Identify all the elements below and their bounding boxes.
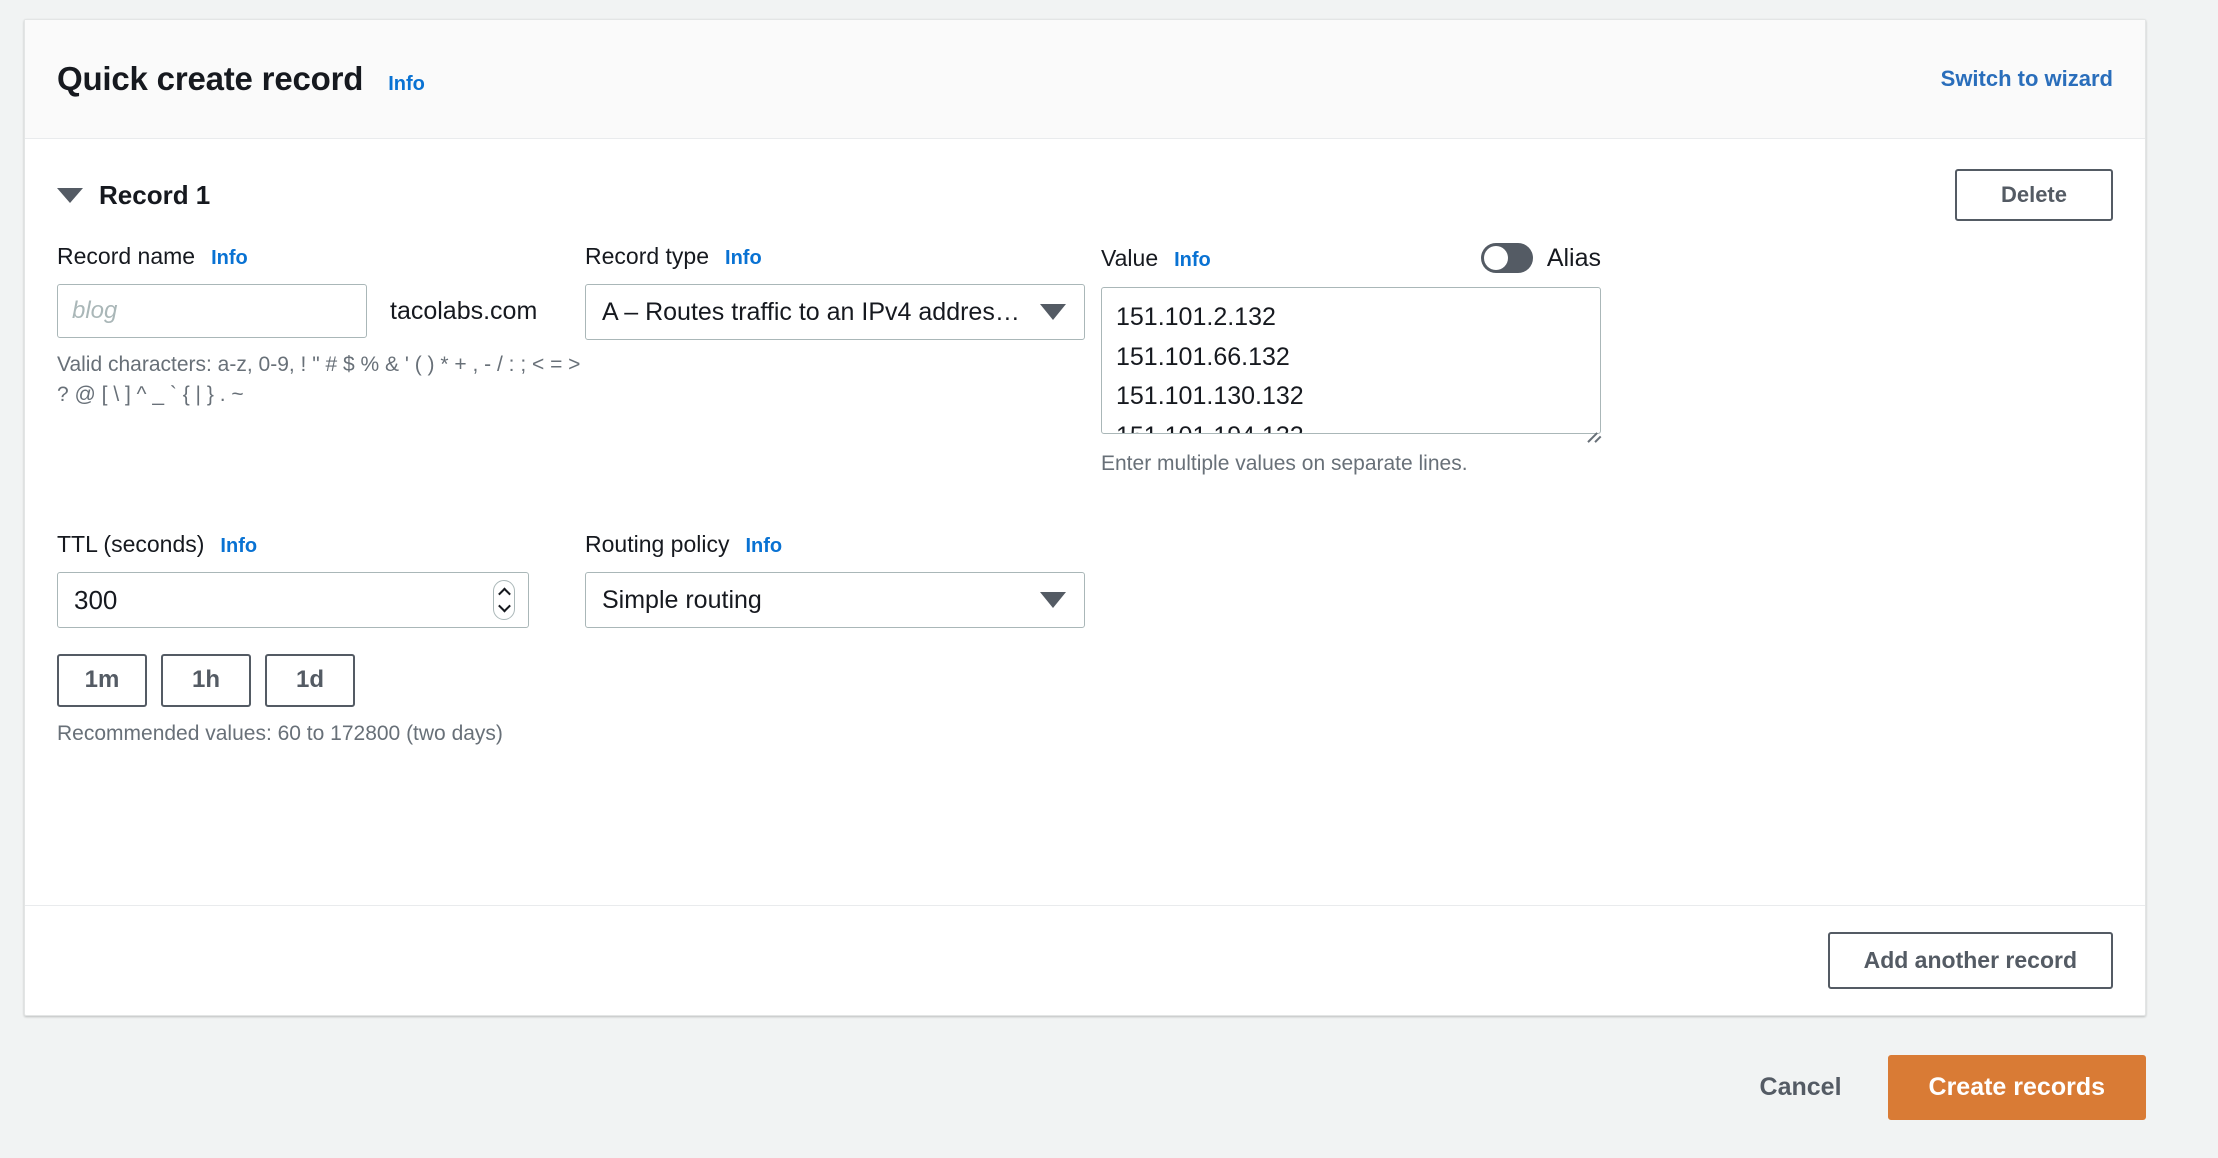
ttl-input[interactable] [57,572,529,628]
chevron-down-icon[interactable] [57,188,83,203]
record-type-select[interactable]: A – Routes traffic to an IPv4 address an… [585,284,1085,340]
header-info-link[interactable]: Info [388,73,425,96]
record-name-input-row: tacolabs.com [57,284,585,338]
ttl-input-wrap [57,572,529,628]
record-value-header: Value Info Alias [1101,243,1601,273]
alias-toggle-knob [1484,246,1508,270]
header-left-group: Quick create record Info [57,60,425,98]
record-value-label-row: Value Info [1101,245,1211,272]
alias-toggle[interactable] [1481,243,1533,273]
record-value-info-link[interactable]: Info [1174,249,1211,272]
form-row-2: TTL (seconds) Info 1m 1h 1d [57,531,2113,746]
ttl-hint: Recommended values: 60 to 172800 (two da… [57,722,585,746]
ttl-preset-1m[interactable]: 1m [57,654,147,707]
routing-policy-label-row: Routing policy Info [585,531,1085,558]
record-name-label-row: Record name Info [57,243,585,270]
switch-to-wizard-link[interactable]: Switch to wizard [1941,66,2113,92]
routing-policy-select-wrap: Simple routing [585,572,1085,628]
record-value-label: Value [1101,245,1158,272]
action-bar: Cancel Create records [0,1055,2218,1120]
record-type-info-link[interactable]: Info [725,247,762,270]
card-header: Quick create record Info Switch to wizar… [25,20,2145,139]
ttl-stepper[interactable] [493,580,515,620]
delete-record-button[interactable]: Delete [1955,169,2113,221]
quick-create-record-page: Quick create record Info Switch to wizar… [0,0,2218,1158]
chevron-down-icon[interactable] [498,600,511,613]
record-value-hint: Enter multiple values on separate lines. [1101,452,1601,476]
routing-policy-selected-value: Simple routing [602,586,762,615]
cancel-button[interactable]: Cancel [1750,1059,1852,1116]
ttl-label-row: TTL (seconds) Info [57,531,585,558]
routing-policy-field-group: Routing policy Info Simple routing [585,531,1085,746]
record-type-select-wrap: A – Routes traffic to an IPv4 address an… [585,284,1085,340]
ttl-quick-buttons: 1m 1h 1d [57,654,585,707]
routing-policy-label: Routing policy [585,531,729,558]
chevron-down-icon [1040,592,1066,608]
record-name-input[interactable] [57,284,367,338]
record-section-title: Record 1 [99,180,210,211]
routing-policy-info-link[interactable]: Info [745,535,782,558]
ttl-field-group: TTL (seconds) Info 1m 1h 1d [57,531,585,746]
record-value-textarea-wrap [1101,287,1601,439]
ttl-info-link[interactable]: Info [220,535,257,558]
card-footer: Add another record [25,905,2145,1015]
record-section-header: Record 1 Delete [57,169,2113,221]
record-type-selected-value: A – Routes traffic to an IPv4 address an… [602,298,1026,327]
quick-create-record-card: Quick create record Info Switch to wizar… [24,19,2146,1016]
record-type-field-group: Record type Info A – Routes traffic to a… [585,243,1085,476]
record-name-label: Record name [57,243,195,270]
alias-label: Alias [1547,244,1601,273]
record-type-label: Record type [585,243,709,270]
card-body: Record 1 Delete Record name Info tacolab… [25,139,2145,905]
record-name-hint: Valid characters: a-z, 0-9, ! " # $ % & … [57,350,585,410]
add-another-record-button[interactable]: Add another record [1828,932,2113,990]
create-records-button[interactable]: Create records [1888,1055,2146,1120]
ttl-label: TTL (seconds) [57,531,204,558]
page-title: Quick create record [57,60,363,98]
record-name-info-link[interactable]: Info [211,247,248,270]
chevron-down-icon [1040,304,1066,320]
domain-suffix-label: tacolabs.com [390,297,537,326]
record-type-label-row: Record type Info [585,243,1085,270]
routing-policy-select[interactable]: Simple routing [585,572,1085,628]
alias-toggle-group: Alias [1481,243,1601,273]
column-spacer [1085,243,1101,476]
ttl-preset-1d[interactable]: 1d [265,654,355,707]
record-value-textarea[interactable] [1101,287,1601,434]
record-value-field-group: Value Info Alias [1101,243,1601,476]
record-name-field-group: Record name Info tacolabs.com Valid char… [57,243,585,476]
form-row-1: Record name Info tacolabs.com Valid char… [57,243,2113,476]
ttl-preset-1h[interactable]: 1h [161,654,251,707]
record-toggle-group[interactable]: Record 1 [57,180,210,211]
